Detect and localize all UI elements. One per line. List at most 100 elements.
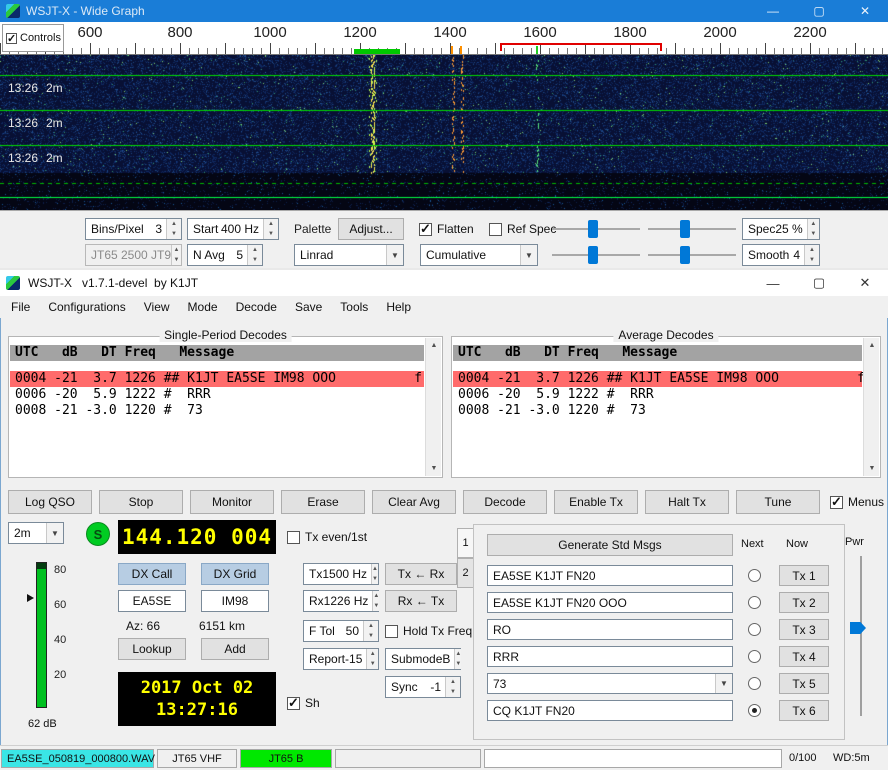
menu-view[interactable]: View <box>135 296 179 318</box>
enable-tx-button[interactable]: Enable Tx <box>554 490 638 514</box>
scrollbar[interactable] <box>425 338 441 476</box>
gain-slider[interactable] <box>552 218 640 240</box>
tx2-message-field[interactable]: EA5SE K1JT FN20 OOO <box>487 592 733 613</box>
chevron-down-icon[interactable] <box>46 523 63 543</box>
menu-help[interactable]: Help <box>377 296 420 318</box>
tx3-now-button[interactable]: Tx 3 <box>779 619 829 640</box>
rig-status-indicator[interactable]: S <box>86 522 110 546</box>
spinner-arrows-icon[interactable] <box>372 591 379 611</box>
dx-grid-button[interactable]: DX Grid <box>201 563 269 585</box>
palette-combobox[interactable]: Linrad <box>294 244 404 266</box>
close-icon[interactable]: ✕ <box>842 270 888 296</box>
tune-button[interactable]: Tune <box>736 490 820 514</box>
tx-even-checkbox[interactable] <box>287 531 300 544</box>
add-button[interactable]: Add <box>201 638 269 660</box>
lookup-button[interactable]: Lookup <box>118 638 186 660</box>
clear-avg-button[interactable]: Clear Avg <box>372 490 456 514</box>
tx5-next-radio[interactable] <box>748 677 761 690</box>
scroll-down-icon[interactable] <box>864 461 880 476</box>
tx2-next-radio[interactable] <box>748 596 761 609</box>
decode-row[interactable]: 0004 -21 3.7 1226 ## K1JT EA5SE IM98 OOO… <box>453 371 862 387</box>
spinner-arrows-icon[interactable] <box>363 621 378 641</box>
maximize-icon[interactable]: ▢ <box>796 270 842 296</box>
n-avg-spinbox[interactable]: N Avg 5 <box>187 244 263 266</box>
pwr-slider-track[interactable] <box>860 556 862 716</box>
slider-thumb[interactable] <box>588 246 598 264</box>
spec-gain-slider[interactable] <box>552 244 640 266</box>
tx1-next-radio[interactable] <box>748 569 761 582</box>
bins-pixel-spinbox[interactable]: Bins/Pixel 3 <box>85 218 182 240</box>
band-combobox[interactable]: 2m <box>8 522 64 544</box>
tab-1[interactable]: 1 <box>457 528 474 558</box>
sh-checkbox[interactable] <box>287 697 300 710</box>
hold-tx-freq-toggle[interactable]: Hold Tx Freq <box>385 624 472 638</box>
spinner-arrows-icon[interactable] <box>247 245 262 265</box>
start-freq-spinbox[interactable]: Start 400 Hz <box>187 218 279 240</box>
chevron-down-icon[interactable] <box>715 674 732 693</box>
generate-std-msgs-button[interactable]: Generate Std Msgs <box>487 534 733 556</box>
minimize-icon[interactable]: — <box>750 0 796 22</box>
main-titlebar[interactable]: WSJT-X v1.7.1-devel by K1JT — ▢ ✕ <box>0 270 888 296</box>
flatten-toggle[interactable]: Flatten <box>419 222 474 236</box>
tx1-now-button[interactable]: Tx 1 <box>779 565 829 586</box>
tx6-now-button[interactable]: Tx 6 <box>779 700 829 721</box>
scroll-up-icon[interactable] <box>426 338 442 353</box>
slider-thumb[interactable] <box>588 220 598 238</box>
scroll-up-icon[interactable] <box>864 338 880 353</box>
tx3-message-field[interactable]: RO <box>487 619 733 640</box>
scrollbar[interactable] <box>863 338 879 476</box>
decode-row[interactable]: 0008 -21 -3.0 1220 # 73 <box>10 403 424 419</box>
controls-checkbox[interactable] <box>6 33 17 44</box>
flatten-checkbox[interactable] <box>419 223 432 236</box>
menus-checkbox[interactable] <box>830 496 843 509</box>
erase-button[interactable]: Erase <box>281 490 365 514</box>
spinner-arrows-icon[interactable] <box>371 564 378 584</box>
log-qso-button[interactable]: Log QSO <box>8 490 92 514</box>
hold-tx-freq-checkbox[interactable] <box>385 625 398 638</box>
decode-row[interactable]: 0004 -21 3.7 1226 ## K1JT EA5SE IM98 OOO… <box>10 371 424 387</box>
submode-spinbox[interactable]: Submode B <box>385 648 461 670</box>
tx2-now-button[interactable]: Tx 2 <box>779 592 829 613</box>
spinner-arrows-icon[interactable] <box>807 219 819 239</box>
tx5-now-button[interactable]: Tx 5 <box>779 673 829 694</box>
wide-graph-titlebar[interactable]: WSJT-X - Wide Graph — ▢ ✕ <box>0 0 888 22</box>
decode-row[interactable]: 0006 -20 5.9 1222 # RRR <box>10 387 424 403</box>
menu-tools[interactable]: Tools <box>331 296 377 318</box>
tx4-now-button[interactable]: Tx 4 <box>779 646 829 667</box>
ref-spec-checkbox[interactable] <box>489 223 502 236</box>
spinner-arrows-icon[interactable] <box>445 677 460 697</box>
close-icon[interactable]: ✕ <box>842 0 888 22</box>
dx-call-button[interactable]: DX Call <box>118 563 186 585</box>
tx3-next-radio[interactable] <box>748 623 761 636</box>
scroll-down-icon[interactable] <box>426 461 442 476</box>
tx-freq-spinbox[interactable]: Tx 1500 Hz <box>303 563 379 585</box>
zero-slider[interactable] <box>648 218 736 240</box>
chevron-down-icon[interactable] <box>386 245 403 265</box>
halt-tx-button[interactable]: Halt Tx <box>645 490 729 514</box>
monitor-button[interactable]: Monitor <box>190 490 274 514</box>
ref-spec-toggle[interactable]: Ref Spec <box>489 222 556 236</box>
controls-toggle[interactable]: Controls <box>2 24 64 52</box>
menus-toggle[interactable]: Menus <box>830 495 884 509</box>
frequency-scale[interactable]: 600 800 1000 1200 1400 1600 1800 2000 22… <box>0 22 888 55</box>
f-tol-spinbox[interactable]: F Tol 50 <box>303 620 379 642</box>
menu-configurations[interactable]: Configurations <box>39 296 134 318</box>
slider-thumb[interactable] <box>680 220 690 238</box>
tab-2[interactable]: 2 <box>457 558 474 588</box>
spinner-arrows-icon[interactable] <box>166 219 181 239</box>
decode-row[interactable]: 0006 -20 5.9 1222 # RRR <box>453 387 862 403</box>
display-mode-combobox[interactable]: Cumulative <box>420 244 538 266</box>
tx-even-toggle[interactable]: Tx even/1st <box>287 530 367 544</box>
spinner-arrows-icon[interactable] <box>804 245 819 265</box>
sync-spinbox[interactable]: Sync -1 <box>385 676 461 698</box>
dx-grid-field[interactable]: IM98 <box>201 590 269 612</box>
adjust-button[interactable]: Adjust... <box>338 218 404 240</box>
menu-file[interactable]: File <box>2 296 39 318</box>
tx-from-rx-button[interactable]: Tx ← Rx <box>385 563 457 585</box>
spinner-arrows-icon[interactable] <box>454 649 461 669</box>
spec-percent-spinbox[interactable]: Spec 25 % <box>742 218 820 240</box>
decode-button[interactable]: Decode <box>463 490 547 514</box>
waterfall[interactable]: 13:26 2m 13:26 2m 13:26 2m <box>0 55 888 210</box>
tx4-next-radio[interactable] <box>748 650 761 663</box>
spinner-arrows-icon[interactable] <box>366 649 378 669</box>
